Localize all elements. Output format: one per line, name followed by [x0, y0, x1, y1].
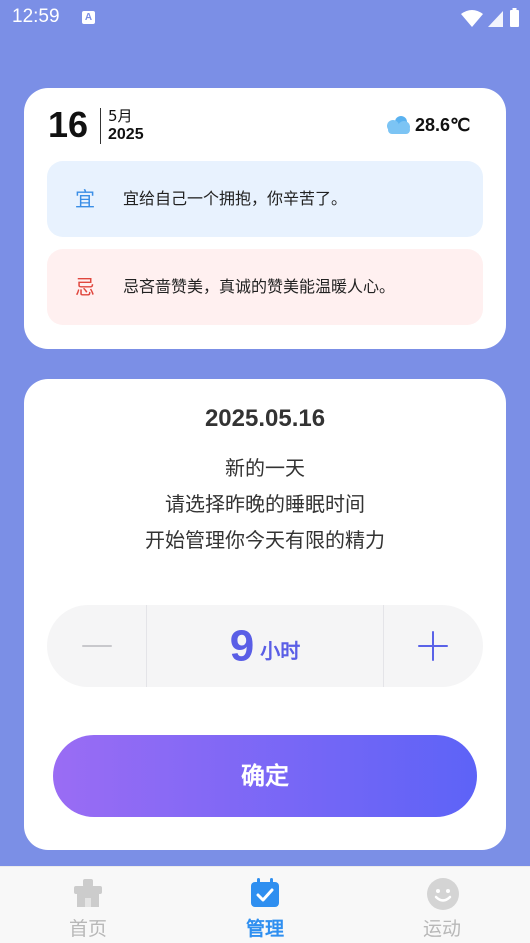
- temperature: 28.6℃: [415, 115, 471, 135]
- month-label: 5月: [108, 107, 133, 125]
- cloud-icon: [384, 114, 412, 140]
- hours-unit: 小时: [260, 638, 301, 663]
- tab-home-label: 首页: [68, 918, 107, 940]
- status-bar: 12:59 A: [0, 0, 530, 36]
- minus-icon: [82, 645, 112, 647]
- intro-line-1: 新的一天: [225, 456, 305, 480]
- day-number: 16: [48, 104, 89, 145]
- daily-card: 16 5月 2025 28.6℃ 宜 宜给自己一个拥抱，你辛苦了。 忌 忌吝啬赞…: [24, 88, 506, 349]
- advice-bad-char: 忌: [75, 275, 95, 299]
- tab-sport[interactable]: 运动: [354, 867, 530, 943]
- increase-button[interactable]: [384, 605, 483, 687]
- confirm-button[interactable]: 确定: [53, 735, 477, 817]
- advice-good: 宜 宜给自己一个拥抱，你辛苦了。: [47, 161, 483, 237]
- plus-icon-vertical: [432, 631, 434, 661]
- battery-icon: [510, 8, 519, 27]
- calendar-check-icon: [249, 877, 281, 913]
- wifi-icon: [461, 10, 483, 27]
- advice-good-text: 宜给自己一个拥抱，你辛苦了。: [123, 189, 348, 208]
- sleep-hours-stepper: 9 小时: [47, 605, 483, 687]
- intro-line-2: 请选择昨晚的睡眠时间: [165, 492, 365, 516]
- decrease-button[interactable]: [47, 605, 146, 687]
- tab-home[interactable]: 首页: [0, 867, 176, 943]
- year-label: 2025: [108, 126, 144, 143]
- bottom-tab-bar: 首页 管理 运动: [0, 866, 530, 943]
- advice-bad: 忌 忌吝啬赞美，真诚的赞美能温暖人心。: [47, 249, 483, 325]
- status-icons: [460, 8, 522, 28]
- a-app-icon: A: [82, 11, 95, 24]
- tab-manage-label: 管理: [245, 918, 284, 940]
- status-time: 12:59: [12, 6, 60, 27]
- advice-good-char: 宜: [75, 187, 95, 211]
- hours-value: 9: [229, 621, 255, 671]
- tab-sport-label: 运动: [422, 918, 461, 940]
- date-divider: [100, 108, 101, 144]
- signal-icon: [488, 11, 503, 27]
- home-icon: [72, 877, 104, 913]
- sleep-card: 2025.05.16 新的一天 请选择昨晚的睡眠时间 开始管理你今天有限的精力 …: [24, 379, 506, 850]
- hours-display: 9 小时: [146, 605, 384, 687]
- tab-manage[interactable]: 管理: [177, 867, 353, 943]
- advice-bad-text: 忌吝啬赞美，真诚的赞美能温暖人心。: [123, 277, 396, 296]
- smile-icon: [426, 877, 460, 915]
- main-date: 2025.05.16: [204, 405, 326, 432]
- intro-line-3: 开始管理你今天有限的精力: [145, 528, 385, 552]
